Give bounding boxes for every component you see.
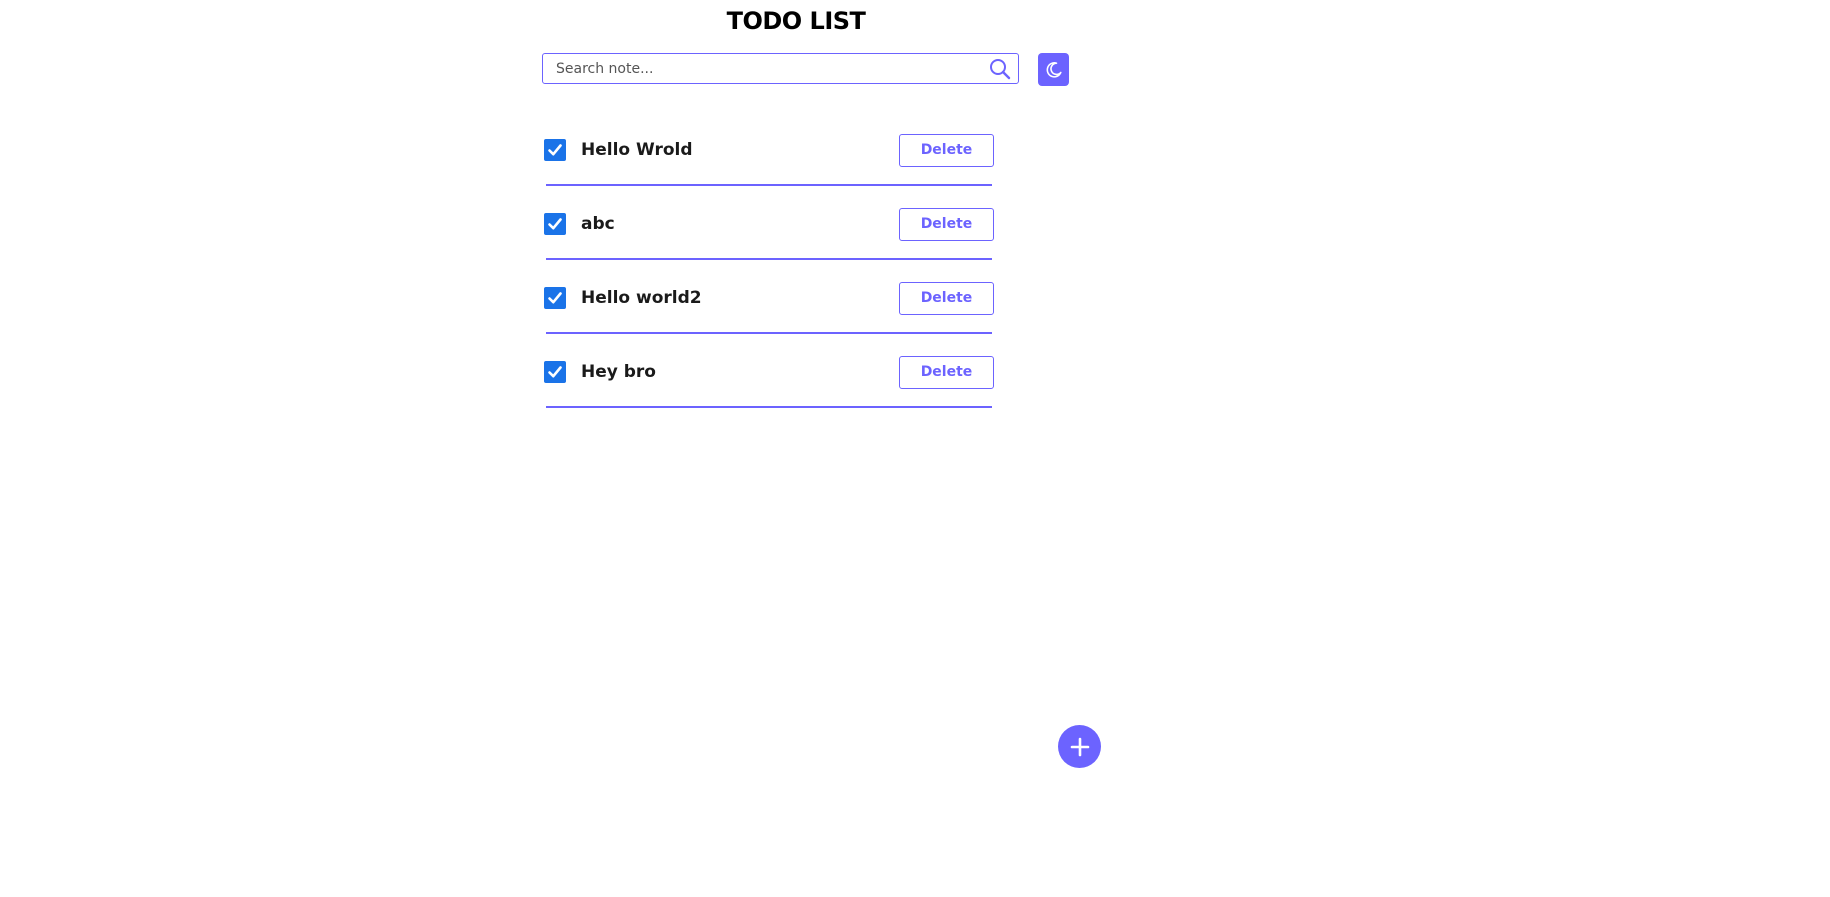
add-todo-button[interactable]	[1058, 725, 1101, 768]
delete-button[interactable]: Delete	[899, 133, 994, 167]
moon-icon	[1045, 61, 1063, 79]
divider	[546, 258, 992, 260]
todo-text: Hello Wrold	[581, 140, 693, 160]
todo-text: Hello world2	[581, 288, 702, 308]
todo-checkbox[interactable]	[544, 287, 566, 309]
delete-button[interactable]: Delete	[899, 207, 994, 241]
search-input[interactable]	[543, 53, 987, 84]
check-icon	[548, 292, 562, 304]
check-icon	[548, 144, 562, 156]
page-title: TODO LIST	[726, 7, 866, 35]
plus-icon	[1070, 737, 1090, 757]
theme-toggle-button[interactable]	[1038, 53, 1069, 86]
todo-checkbox[interactable]	[544, 213, 566, 235]
todo-checkbox[interactable]	[544, 361, 566, 383]
delete-button[interactable]: Delete	[899, 355, 994, 389]
search-box	[542, 53, 1019, 84]
todo-item: abc Delete	[544, 189, 994, 263]
check-icon	[548, 366, 562, 378]
todo-item: Hello Wrold Delete	[544, 115, 994, 189]
divider	[546, 184, 992, 186]
todo-list: Hello Wrold Delete abc Delete Hello worl…	[544, 115, 994, 411]
search-icon[interactable]	[987, 56, 1013, 82]
todo-item: Hey bro Delete	[544, 337, 994, 411]
todo-text: Hey bro	[581, 362, 656, 382]
check-icon	[548, 218, 562, 230]
divider	[546, 406, 992, 408]
delete-button[interactable]: Delete	[899, 281, 994, 315]
todo-item: Hello world2 Delete	[544, 263, 994, 337]
todo-checkbox[interactable]	[544, 139, 566, 161]
todo-text: abc	[581, 214, 615, 234]
todo-app: TODO LIST Hello Wrold	[0, 0, 1830, 897]
divider	[546, 332, 992, 334]
